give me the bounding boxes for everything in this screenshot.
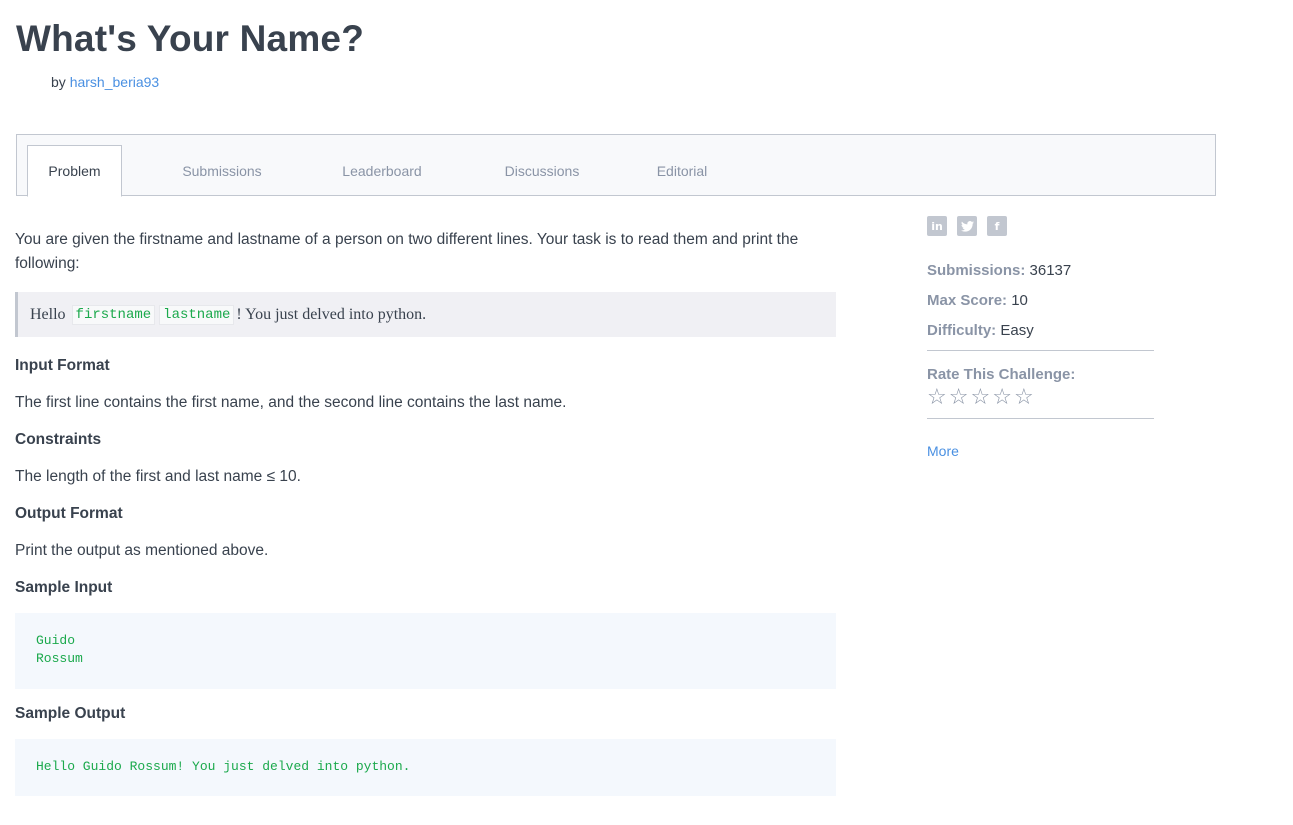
star-icon[interactable]: ☆ [992, 385, 1012, 410]
author-link[interactable]: harsh_beria93 [70, 74, 160, 90]
sample-output-heading: Sample Output [15, 705, 126, 722]
tab-leaderboard[interactable]: Leaderboard [327, 145, 437, 197]
facebook-icon[interactable]: f [987, 216, 1007, 236]
sample-input-line: Rossum [36, 651, 83, 666]
tab-editorial[interactable]: Editorial [637, 145, 727, 197]
quote-firstname: firstname [71, 304, 156, 325]
sample-input-line: Guido [36, 633, 76, 648]
max-score-value: 10 [1011, 292, 1028, 309]
sample-input-block: Guido Rossum [15, 613, 836, 689]
star-icon[interactable]: ☆ [970, 385, 990, 410]
difficulty-value: Easy [1000, 322, 1034, 339]
linkedin-icon[interactable]: in [927, 216, 947, 236]
quote-hello: Hello [30, 305, 66, 323]
challenge-sidebar: in f Submissions: 36137 Max Score: 10 Di… [927, 216, 1155, 461]
problem-intro: You are given the firstname and lastname… [15, 231, 799, 272]
problem-statement: You are given the firstname and lastname… [15, 228, 836, 796]
sample-output-block: Hello Guido Rossum! You just delved into… [15, 739, 836, 796]
more-container: More [927, 443, 1155, 461]
twitter-icon[interactable] [957, 216, 977, 236]
sample-output-line: Hello Guido Rossum! You just delved into… [36, 759, 411, 774]
rate-label: Rate This Challenge: [927, 366, 1076, 383]
star-rating: ☆ ☆ ☆ ☆ ☆ [927, 385, 1155, 410]
sidebar-divider [927, 418, 1154, 419]
star-icon[interactable]: ☆ [1014, 385, 1034, 410]
difficulty-stat: Difficulty: Easy [927, 322, 1155, 339]
quote-lastname: lastname [159, 304, 235, 325]
max-score-label: Max Score: [927, 292, 1008, 309]
rate-challenge: Rate This Challenge: [927, 366, 1155, 383]
submissions-value: 36137 [1029, 262, 1072, 279]
difficulty-label: Difficulty: [927, 322, 997, 339]
byline: by harsh_beria93 [51, 74, 159, 90]
star-icon[interactable]: ☆ [927, 385, 947, 410]
constraints-heading: Constraints [15, 431, 102, 448]
page-title: What's Your Name? [16, 18, 364, 59]
output-format-heading: Output Format [15, 505, 123, 522]
tab-discussions[interactable]: Discussions [487, 145, 597, 197]
byline-prefix: by [51, 74, 66, 90]
sample-input-heading: Sample Input [15, 579, 113, 596]
tab-bar: Problem Submissions Leaderboard Discussi… [16, 134, 1216, 197]
social-share: in f [927, 216, 1155, 236]
tab-problem[interactable]: Problem [27, 145, 122, 197]
output-format-text: Print the output as mentioned above. [15, 542, 269, 559]
constraints-text: The length of the first and last name ≤ … [15, 468, 301, 485]
quote-rest: ! You just delved into python. [236, 305, 427, 323]
more-link[interactable]: More [927, 443, 959, 459]
expected-output-quote: Hello firstname lastname ! You just delv… [15, 292, 836, 337]
submissions-stat: Submissions: 36137 [927, 262, 1155, 279]
sidebar-divider [927, 350, 1154, 351]
input-format-heading: Input Format [15, 357, 110, 374]
max-score-stat: Max Score: 10 [927, 292, 1155, 309]
tab-submissions[interactable]: Submissions [167, 145, 277, 197]
input-format-text: The first line contains the first name, … [15, 394, 567, 411]
submissions-label: Submissions: [927, 262, 1026, 279]
star-icon[interactable]: ☆ [949, 385, 969, 410]
